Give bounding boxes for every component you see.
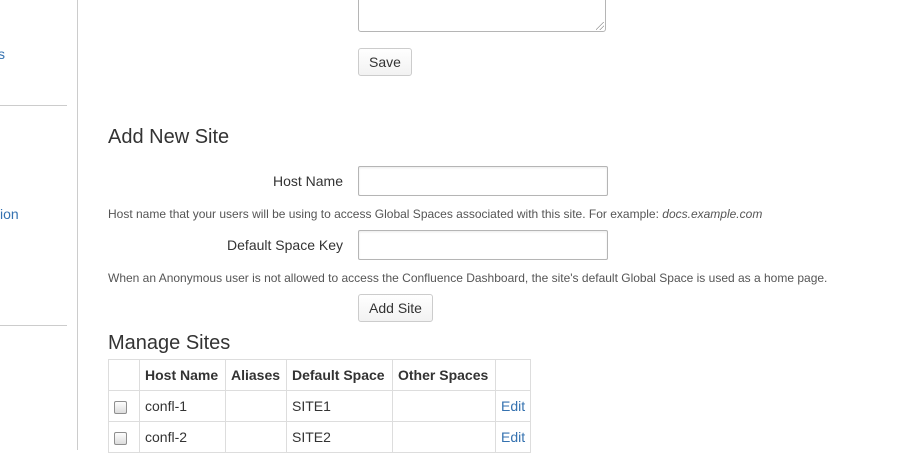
manage-sites-heading: Manage Sites xyxy=(108,332,231,354)
aliases-cell xyxy=(225,390,287,422)
row-checkbox[interactable] xyxy=(114,400,127,414)
row-select-cell xyxy=(108,421,140,453)
row-checkbox[interactable] xyxy=(114,431,127,445)
edit-link[interactable]: Edit xyxy=(501,429,525,445)
table-header-row: Host Name Aliases Default Space Other Sp… xyxy=(108,359,532,391)
aliases-cell xyxy=(225,421,287,453)
host-name-cell: confl-1 xyxy=(139,390,226,422)
sidebar-divider xyxy=(0,105,67,106)
host-name-column-header: Host Name xyxy=(139,359,226,391)
host-name-help: Host name that your users will be using … xyxy=(108,207,762,221)
host-name-label: Host Name xyxy=(272,173,343,189)
host-name-help-example: docs.example.com xyxy=(662,207,763,221)
actions-cell: Edit xyxy=(494,421,532,453)
save-button[interactable]: Save xyxy=(358,48,412,76)
resize-grip-icon[interactable] xyxy=(596,22,604,30)
actions-cell: Edit xyxy=(494,390,532,422)
sidebar-link-middle[interactable]: ion xyxy=(0,206,19,222)
sidebar-divider xyxy=(0,325,67,326)
actions-column-header xyxy=(494,359,532,391)
host-name-help-text: Host name that your users will be using … xyxy=(108,207,663,221)
row-select-cell xyxy=(108,390,140,422)
default-space-column-header: Default Space xyxy=(286,359,393,391)
sidebar-link-top[interactable]: s xyxy=(0,46,5,62)
other-spaces-cell xyxy=(392,421,496,453)
edit-link[interactable]: Edit xyxy=(501,398,525,414)
host-name-cell: confl-2 xyxy=(139,421,226,453)
select-column-header xyxy=(108,359,140,391)
sites-table: Host Name Aliases Default Space Other Sp… xyxy=(108,359,532,453)
default-space-key-input[interactable] xyxy=(358,230,608,260)
sidebar: s ion xyxy=(0,0,78,450)
table-row: confl-1 SITE1 Edit xyxy=(108,390,532,422)
default-space-key-help: When an Anonymous user is not allowed to… xyxy=(108,271,828,285)
default-space-cell: SITE1 xyxy=(286,390,393,422)
default-space-key-label: Default Space Key xyxy=(227,237,343,253)
description-textarea[interactable] xyxy=(358,0,606,32)
table-row: confl-2 SITE2 Edit xyxy=(108,421,532,453)
other-spaces-column-header: Other Spaces xyxy=(392,359,496,391)
aliases-column-header: Aliases xyxy=(225,359,287,391)
add-site-button[interactable]: Add Site xyxy=(358,294,433,322)
host-name-input[interactable] xyxy=(358,166,608,196)
default-space-cell: SITE2 xyxy=(286,421,393,453)
add-new-site-heading: Add New Site xyxy=(108,126,230,148)
other-spaces-cell xyxy=(392,390,496,422)
